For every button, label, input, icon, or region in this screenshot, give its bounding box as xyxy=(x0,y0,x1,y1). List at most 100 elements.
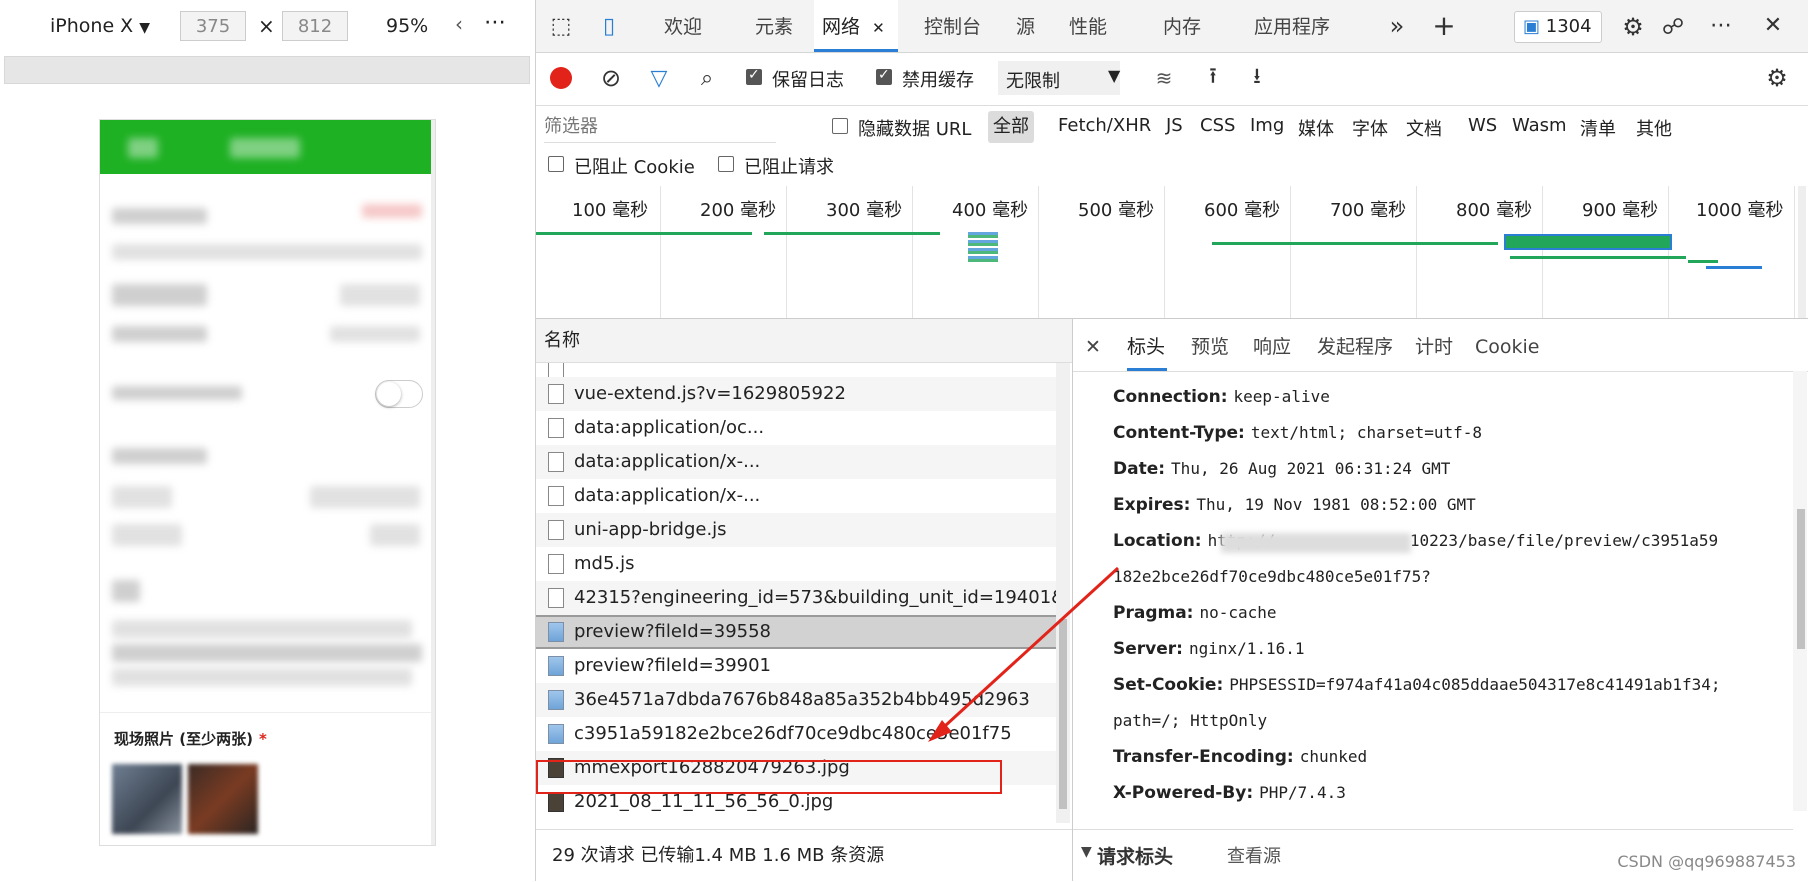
tab-memory[interactable]: 内存 xyxy=(1163,0,1201,52)
zoom-select[interactable]: 95% xyxy=(386,15,428,37)
tab-application[interactable]: 应用程序 xyxy=(1254,0,1330,52)
close-icon[interactable]: ✕ xyxy=(872,19,885,37)
more-tabs-icon[interactable]: » xyxy=(1384,10,1410,42)
table-row[interactable]: md5.js xyxy=(536,547,1056,581)
chevron-down-icon: ▼ xyxy=(1108,66,1121,85)
clear-icon[interactable]: ⊘ xyxy=(598,63,624,93)
filter-type-all[interactable]: 全部 xyxy=(988,111,1034,143)
blocked-requests-checkbox[interactable] xyxy=(718,156,734,172)
tab-sources[interactable]: 源 xyxy=(1016,0,1035,52)
disable-cache-label: 禁用缓存 xyxy=(902,70,974,91)
tab-performance[interactable]: 性能 xyxy=(1069,0,1107,52)
table-row-selected[interactable]: preview?fileId=39558 xyxy=(536,615,1056,649)
blurred-text xyxy=(112,486,172,508)
header-row: Content-Type: text/html; charset=utf-8 xyxy=(1113,423,1482,443)
table-row[interactable]: 42315?engineering_id=573&building_unit_i… xyxy=(536,581,1056,615)
media-query-bar[interactable] xyxy=(4,56,530,84)
filter-type-font[interactable]: 字体 xyxy=(1352,115,1388,141)
timeline-tick-label: 600 毫秒 xyxy=(1204,200,1281,221)
tab-elements[interactable]: 元素 xyxy=(755,0,793,52)
phone-viewport: 现场照片 (至少两张) * xyxy=(99,119,436,846)
view-source-link[interactable]: 查看源 xyxy=(1227,842,1281,868)
network-settings-gear-icon[interactable]: ⚙ xyxy=(1762,63,1792,93)
header-row: Location: http:// 10223/base/file/preview… xyxy=(1113,531,1718,551)
filter-type-js[interactable]: JS xyxy=(1166,115,1183,136)
hide-data-urls-checkbox[interactable] xyxy=(832,118,848,134)
table-row[interactable]: c3951a59182e2bce26df70ce9dbc480ce5e01f75 xyxy=(536,717,1056,751)
filter-icon[interactable]: ▽ xyxy=(646,63,672,93)
device-select[interactable]: iPhone X ▼ xyxy=(50,15,150,37)
device-width-input[interactable]: 375 xyxy=(180,11,246,41)
export-har-icon[interactable]: ⭳ xyxy=(1244,63,1270,93)
close-details-icon[interactable]: ✕ xyxy=(1085,319,1101,371)
header-key: Pragma: xyxy=(1113,603,1194,623)
list-scrollbar-thumb[interactable] xyxy=(1059,619,1067,809)
network-conditions-icon[interactable]: ≋ xyxy=(1150,63,1178,93)
filter-type-ws[interactable]: WS xyxy=(1468,115,1497,136)
filter-type-fetch-xhr[interactable]: Fetch/XHR xyxy=(1058,115,1151,136)
tab-console[interactable]: 控制台 xyxy=(924,0,981,52)
name-column-header[interactable]: 名称 xyxy=(536,319,1072,363)
filter-type-css[interactable]: CSS xyxy=(1200,115,1235,136)
preserve-log-checkbox[interactable] xyxy=(746,67,762,85)
inspect-element-icon[interactable]: ⬚ xyxy=(546,12,576,40)
header-row: Transfer-Encoding: chunked xyxy=(1113,747,1367,767)
blocked-requests-label: 已阻止请求 xyxy=(744,157,834,178)
close-devtools-icon[interactable]: ✕ xyxy=(1758,10,1788,40)
settings-gear-icon[interactable]: ⚙ xyxy=(1618,12,1648,42)
filter-type-doc[interactable]: 文档 xyxy=(1406,115,1442,141)
tab-headers[interactable]: 标头 xyxy=(1127,319,1167,371)
tab-welcome[interactable]: 欢迎 xyxy=(664,0,702,52)
import-har-icon[interactable]: ⭱ xyxy=(1200,63,1226,93)
tab-network[interactable]: 网络 ✕ xyxy=(814,0,898,52)
tab-cookies[interactable]: Cookie xyxy=(1475,319,1540,371)
timeline-tick-label: 1000 毫秒 xyxy=(1696,200,1784,221)
table-row[interactable]: data:application/oc... xyxy=(536,411,1056,445)
tab-preview[interactable]: 预览 xyxy=(1191,319,1229,371)
viewport-scrollbar[interactable] xyxy=(431,120,435,845)
toggle-switch[interactable] xyxy=(375,380,423,408)
more-options-icon[interactable]: ⋯ xyxy=(1706,10,1736,40)
document-file-icon xyxy=(548,588,564,608)
network-toolbar: ⊘ ▽ ⌕ 保留日志 禁用缓存 无限制 ▼ ≋ ⭱ ⭳ ⚙ xyxy=(536,53,1808,106)
issues-button[interactable]: ▣ 1304 xyxy=(1514,11,1602,43)
table-row[interactable]: uni-app-bridge.js xyxy=(536,513,1056,547)
rotate-icon[interactable]: ‹ xyxy=(455,12,463,36)
table-row[interactable]: vue-extend.js?v=1629805922 xyxy=(536,377,1056,411)
issues-count: 1304 xyxy=(1545,16,1592,37)
timeline-overview[interactable]: 100 毫秒 200 毫秒 300 毫秒 400 毫秒 500 毫秒 600 毫… xyxy=(536,186,1808,319)
photo-thumbnail[interactable] xyxy=(112,764,182,834)
timeline-gridline xyxy=(1542,186,1543,318)
add-tab-icon[interactable]: + xyxy=(1430,8,1458,42)
filter-type-wasm[interactable]: Wasm xyxy=(1512,115,1567,136)
table-row[interactable]: data:application/x-... xyxy=(536,445,1056,479)
filter-type-other[interactable]: 其他 xyxy=(1636,115,1672,141)
timeline-scrollbar[interactable] xyxy=(1798,186,1806,318)
filter-type-img[interactable]: Img xyxy=(1250,115,1284,136)
header-row: X-Powered-By: PHP/7.4.3 xyxy=(1113,783,1346,803)
filter-type-media[interactable]: 媒体 xyxy=(1298,115,1334,141)
device-toolbar-icon[interactable]: ▯ xyxy=(594,12,624,40)
tab-response[interactable]: 响应 xyxy=(1253,319,1291,371)
table-row[interactable]: data:application/x-... xyxy=(536,479,1056,513)
disable-cache-checkbox[interactable] xyxy=(876,67,892,85)
search-icon[interactable]: ⌕ xyxy=(694,63,720,93)
timeline-bar xyxy=(968,232,998,262)
table-row[interactable]: 36e4571a7dbda7676b848a85a352b4bb495d2963 xyxy=(536,683,1056,717)
device-height-input[interactable]: 812 xyxy=(282,11,348,41)
tab-timing[interactable]: 计时 xyxy=(1415,319,1453,371)
throttle-select[interactable]: 无限制 ▼ xyxy=(998,61,1120,95)
more-options-icon[interactable]: ⋯ xyxy=(484,10,506,35)
tab-initiator[interactable]: 发起程序 xyxy=(1317,319,1393,371)
blurred-text xyxy=(370,524,420,546)
customize-icon[interactable]: ☍ xyxy=(1658,12,1688,42)
filter-type-manifest[interactable]: 清单 xyxy=(1580,115,1616,141)
record-icon[interactable] xyxy=(550,67,572,89)
watermark: CSDN @qq969887453 xyxy=(1617,852,1796,871)
filter-input[interactable]: 筛选器 xyxy=(544,112,776,143)
blocked-cookies-checkbox[interactable] xyxy=(548,156,564,172)
photo-thumbnail[interactable] xyxy=(188,764,258,834)
table-row[interactable]: preview?fileId=39901 xyxy=(536,649,1056,683)
header-row: Expires: Thu, 19 Nov 1981 08:52:00 GMT xyxy=(1113,495,1476,515)
details-scrollbar-thumb[interactable] xyxy=(1797,509,1805,649)
